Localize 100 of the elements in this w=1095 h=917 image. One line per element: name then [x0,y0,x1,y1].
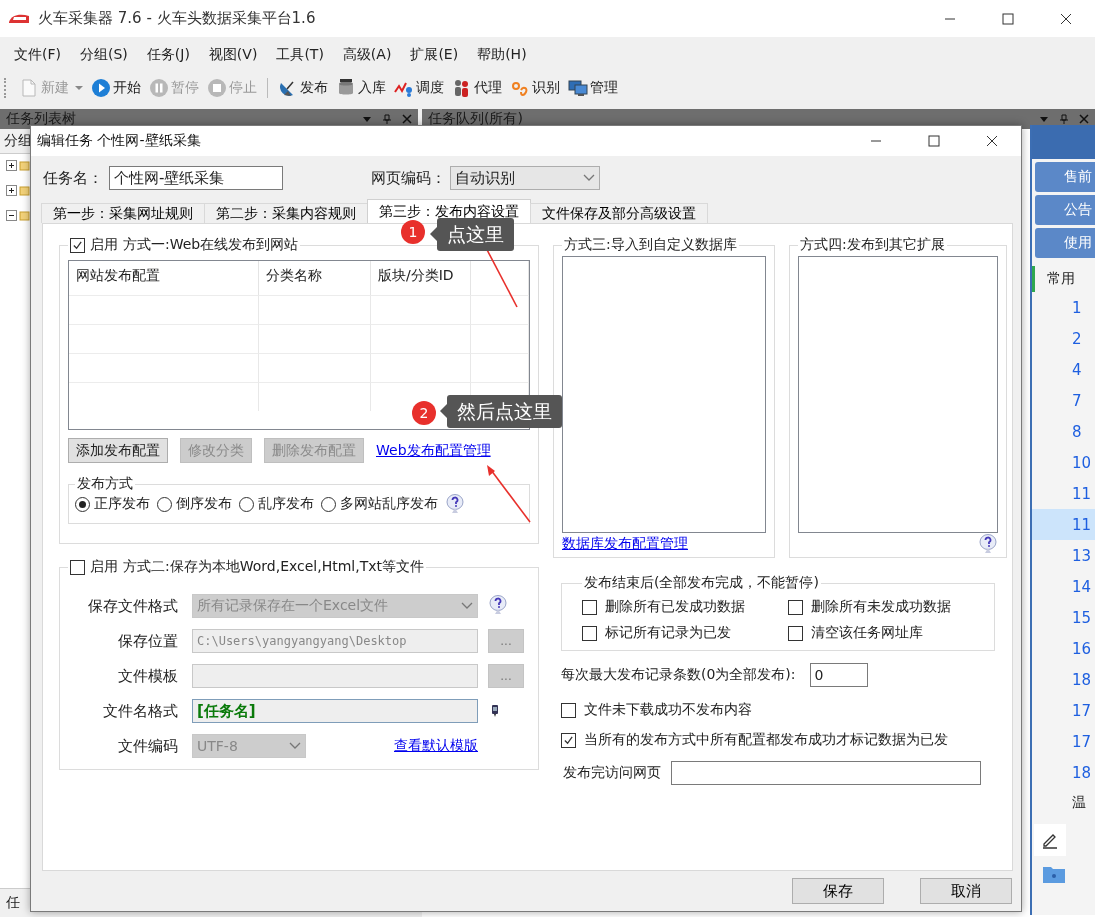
close-icon[interactable] [986,135,998,147]
toolbar-button[interactable]: 开始 [87,76,145,100]
chevron-down-icon [289,742,301,750]
menu-item[interactable]: 工具(T) [268,46,335,64]
tab[interactable]: 第二步：采集内容规则 [204,203,368,223]
config-link[interactable]: 数据库发布配置管理 [562,535,688,553]
radio-label[interactable]: 乱序发布 [258,495,314,513]
max-records-field[interactable]: 0 [809,663,868,687]
pin-icon[interactable] [1059,114,1069,124]
folder-icon [19,210,30,221]
toolbar-button[interactable]: 识别 [506,76,564,100]
menu-item[interactable]: 分组(S) [72,46,139,64]
toolbar-button[interactable]: 调度 [390,76,448,100]
list-item[interactable]: 4 [1032,354,1095,385]
tab[interactable]: 第三步：发布内容设置 [367,199,531,223]
template-link[interactable]: 查看默认模版 [394,737,478,755]
tab[interactable]: 分组 [4,132,32,150]
filename-field[interactable]: [任务名] [192,699,478,723]
checkbox[interactable] [561,702,576,718]
list-item[interactable]: 18 [1032,664,1095,695]
checkbox-label[interactable]: 当所有的发布方式中所有配置都发布成功才标记数据为已发 [584,731,948,749]
checkbox[interactable] [70,237,85,253]
help-icon[interactable] [445,493,465,515]
help-icon[interactable] [488,593,508,616]
help-icon[interactable] [978,533,998,555]
dialog-button[interactable]: 保存 [792,878,884,904]
menu-item[interactable]: 任务(J) [138,46,201,64]
panel-title: 任务列表树 [6,110,76,128]
list-item[interactable]: 11 [1032,509,1095,540]
menu-item[interactable]: 视图(V) [200,46,269,64]
list-item[interactable]: 16 [1032,633,1095,664]
list-item[interactable]: 8 [1032,416,1095,447]
toolbar-button[interactable]: 代理 [448,76,506,100]
list-item[interactable]: 18 [1032,757,1095,788]
list-item[interactable]: 1 [1032,292,1095,323]
list-item[interactable]: 7 [1032,385,1095,416]
radio-button[interactable] [239,496,254,512]
checkbox[interactable] [70,559,85,575]
expand-icon[interactable] [6,160,17,171]
checkbox-label[interactable]: 标记所有记录为已发 [605,624,731,642]
config-link[interactable]: Web发布配置管理 [376,441,491,460]
toolbar-button[interactable]: 发布 [274,76,332,100]
list-item[interactable]: 2 [1032,323,1095,354]
task-name-field[interactable]: 个性网-壁纸采集 [109,166,283,190]
path-field[interactable] [192,664,478,688]
toolbar-button[interactable]: 入库 [332,76,390,100]
tab[interactable]: 第一步：采集网址规则 [41,203,205,223]
footer-text: 温 [1071,793,1087,812]
radio-button[interactable] [75,496,90,512]
radio-label[interactable]: 正序发布 [94,495,150,513]
menu-item[interactable]: 高级(A) [334,46,403,64]
checkbox-label[interactable]: 启用 [90,558,118,576]
list-item[interactable]: 17 [1032,695,1095,726]
folder-icon[interactable] [1042,864,1066,884]
close-icon[interactable] [1060,12,1072,25]
side-button[interactable]: 使用 [1035,228,1095,258]
checkbox-label[interactable]: 删除所有已发成功数据 [605,598,745,616]
expand-icon[interactable] [6,185,17,196]
radio-label[interactable]: 倒序发布 [176,495,232,513]
menu-item[interactable]: 帮助(H) [469,46,538,64]
checkbox[interactable] [582,599,597,615]
radio-button[interactable] [321,496,336,512]
url-field[interactable] [671,761,981,785]
dialog-button[interactable]: 取消 [920,878,1012,904]
list-item[interactable]: 11 [1032,478,1095,509]
checkbox[interactable] [788,599,803,615]
list-item[interactable]: 15 [1032,602,1095,633]
radio-button[interactable] [157,496,172,512]
radio-label[interactable]: 多网站乱序发布 [340,495,438,513]
toolbar-button[interactable]: 管理 [564,76,622,100]
checkbox-label[interactable]: 文件未下载成功不发布内容 [584,701,752,719]
maximize-icon[interactable] [1002,12,1014,25]
checkbox[interactable] [561,732,576,748]
marker-icon[interactable] [490,704,500,718]
side-button[interactable]: 售前 [1035,162,1095,192]
checkbox-label[interactable]: 清空该任务网址库 [811,624,923,642]
menu-item[interactable]: 文件(F) [6,46,72,64]
tab[interactable]: 文件保存及部分高级设置 [530,203,708,223]
maximize-icon[interactable] [928,135,940,147]
side-button[interactable]: 公告 [1035,195,1095,225]
checkbox[interactable] [582,625,597,641]
checkbox-label[interactable]: 删除所有未发成功数据 [811,598,951,616]
list-item[interactable]: 10 [1032,447,1095,478]
encoding-select[interactable]: 自动识别 [450,166,600,190]
group-title: 方式四:发布到其它扩展 [800,236,945,254]
checkbox[interactable] [788,625,803,641]
collapse-icon[interactable] [6,210,17,221]
pin-icon[interactable] [382,114,392,124]
list-item[interactable]: 17 [1032,726,1095,757]
tab[interactable]: 任 [6,894,20,912]
field-label: 保存文件格式 [87,596,179,616]
chevron-down-icon [461,602,473,610]
group-title: 发布结束后(全部发布完成，不能暂停) [584,574,819,592]
action-button[interactable]: 添加发布配置 [68,438,168,463]
column-header: 网站发布配置 [69,261,259,295]
list-item[interactable]: 13 [1032,540,1095,571]
menu-item[interactable]: 扩展(E) [402,46,470,64]
checkbox-label[interactable]: 启用 [90,236,118,254]
list-item[interactable]: 14 [1032,571,1095,602]
pencil-icon[interactable] [1034,824,1066,856]
